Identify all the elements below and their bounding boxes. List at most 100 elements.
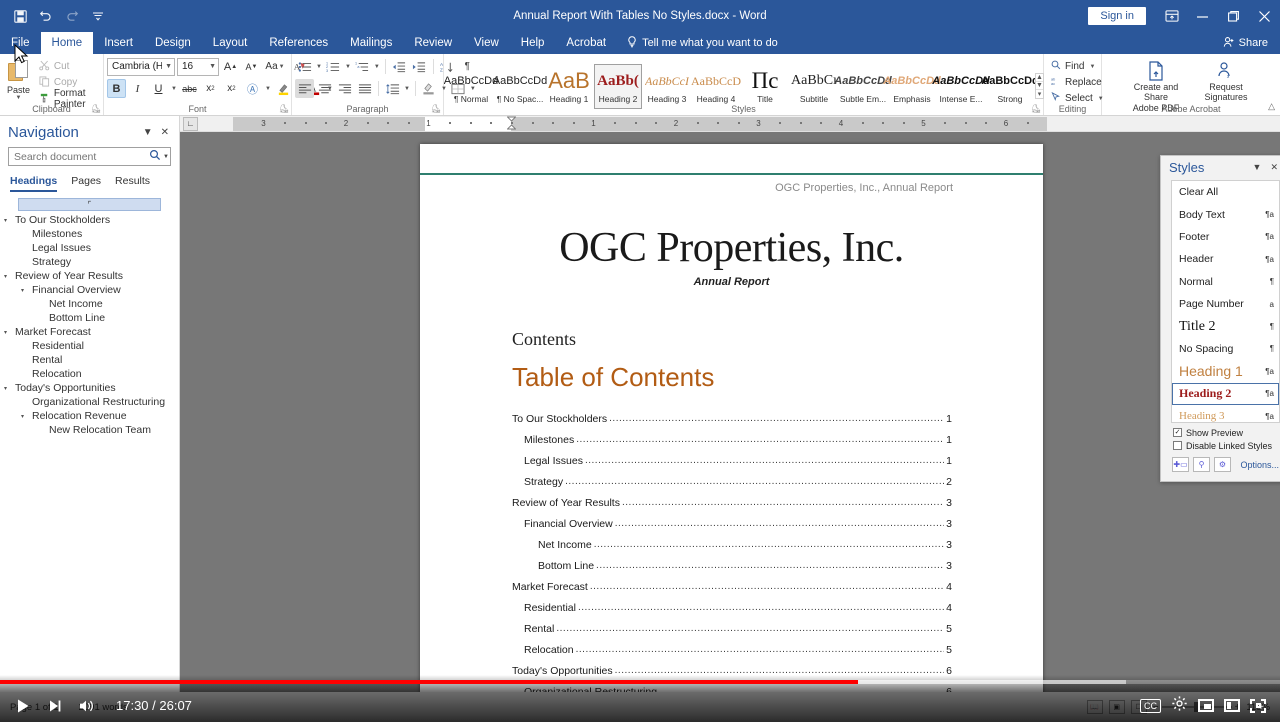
document-canvas[interactable]: OGC Properties, Inc., Annual Report OGC … (180, 132, 1280, 692)
toc-entry[interactable]: Residential.............................… (512, 593, 952, 614)
text-effects-icon[interactable]: Ⓐ (243, 79, 262, 98)
multilevel-caret-icon[interactable]: ▼ (373, 64, 381, 70)
ribbon-tab-file[interactable]: File (0, 32, 41, 54)
toc-entry[interactable]: Net Income..............................… (512, 530, 952, 551)
cut-button[interactable]: Cut (36, 59, 100, 74)
nav-heading-item[interactable]: ▾ Today's Opportunities (0, 381, 179, 395)
toc-entry[interactable]: To Our Stockholders.....................… (512, 404, 952, 425)
shrink-font-button[interactable]: A ▼ (242, 57, 261, 76)
bullets-icon[interactable] (295, 57, 314, 76)
nav-tab-pages[interactable]: Pages (71, 175, 101, 192)
nav-heading-item[interactable]: Organizational Restructuring (0, 395, 179, 409)
toc-entry[interactable]: Legal Issues............................… (512, 446, 952, 467)
sign-in-button[interactable]: Sign in (1088, 7, 1146, 25)
disable-linked-styles-checkbox[interactable]: Disable Linked Styles (1173, 439, 1280, 452)
styles-pane-item[interactable]: Heading 1 ¶a (1172, 360, 1279, 382)
expand-triangle-icon[interactable]: ▾ (4, 217, 15, 224)
chevron-down-icon[interactable]: ▼ (162, 63, 172, 70)
justify-icon[interactable] (355, 79, 374, 98)
align-left-icon[interactable] (295, 79, 314, 98)
request-signatures-button[interactable]: x Request Signatures (1195, 58, 1257, 103)
nav-heading-item[interactable]: Rental (0, 353, 179, 367)
manage-styles-icon[interactable]: ⚙ (1214, 457, 1231, 472)
style-gallery-item[interactable]: AaBbCcDd Strong (981, 64, 1038, 109)
nav-tab-results[interactable]: Results (115, 175, 150, 192)
nav-tab-headings[interactable]: Headings (10, 175, 58, 192)
ribbon-display-options-icon[interactable] (1156, 0, 1187, 32)
styles-pane-item[interactable]: Footer ¶a (1172, 226, 1279, 248)
styles-gallery-scroll[interactable]: ▲ ▼ ▾ (1035, 73, 1044, 99)
horizontal-ruler[interactable]: 3 2 1 1 2 3 4 5 6 (233, 116, 1047, 131)
toc-entry[interactable]: Milestones..............................… (512, 425, 952, 446)
styles-pane-item[interactable]: Body Text ¶a (1172, 203, 1279, 225)
numbering-caret-icon[interactable]: ▼ (344, 64, 352, 70)
undo-icon[interactable] (34, 5, 58, 27)
fullscreen-icon[interactable]: + (1250, 698, 1266, 713)
save-icon[interactable] (8, 5, 32, 27)
increase-indent-icon[interactable] (410, 57, 429, 76)
styles-pane-item[interactable]: Normal ¶ (1172, 271, 1279, 293)
share-button[interactable]: Share (1223, 32, 1280, 54)
nav-selected-heading-placeholder[interactable]: ⌜ (18, 198, 161, 211)
superscript-button[interactable]: x2 (222, 79, 241, 98)
toc-entry[interactable]: Review of Year Results..................… (512, 488, 952, 509)
customize-qat-icon[interactable] (86, 5, 110, 27)
style-gallery-item[interactable]: AaBbCcDd Subtle Em... (834, 64, 891, 109)
decrease-indent-icon[interactable] (390, 57, 409, 76)
toc-entry[interactable]: Rental..................................… (512, 614, 952, 635)
styles-list[interactable]: Clear All Body Text ¶a Footer ¶a Header ¶a Norm… (1171, 180, 1280, 423)
ribbon-tab-layout[interactable]: Layout (202, 32, 259, 54)
ribbon-tab-view[interactable]: View (463, 32, 510, 54)
style-gallery-item[interactable]: AaBbCcDd Emphasis (883, 64, 940, 109)
underline-button[interactable]: U (149, 79, 168, 98)
style-gallery-item[interactable]: AaBbCcD Heading 4 (691, 64, 741, 109)
indent-marker[interactable] (506, 116, 517, 130)
subscript-button[interactable]: x2 (201, 79, 220, 98)
navigation-pane-options-icon[interactable]: ▼ (143, 127, 153, 138)
new-style-icon[interactable]: ✚▭ (1172, 457, 1189, 472)
tab-stop-selector[interactable]: ∟ (183, 116, 198, 131)
styles-pane-item[interactable]: Header ¶a (1172, 248, 1279, 270)
nav-heading-item[interactable]: Strategy (0, 255, 179, 269)
restore-icon[interactable] (1218, 0, 1249, 32)
styles-pane-item[interactable]: Heading 3 ¶a (1172, 405, 1279, 422)
styles-pane-options-icon[interactable]: ▼ (1253, 162, 1262, 173)
ribbon-tab-help[interactable]: Help (510, 32, 556, 54)
nav-heading-item[interactable]: Legal Issues (0, 241, 179, 255)
styles-pane-item[interactable]: Heading 2 ¶a (1172, 382, 1279, 405)
ribbon-tab-review[interactable]: Review (403, 32, 463, 54)
underline-caret-icon[interactable]: ▼ (170, 86, 178, 92)
nav-heading-item[interactable]: Net Income (0, 297, 179, 311)
ribbon-tab-home[interactable]: Home (40, 32, 94, 54)
navigation-search-box[interactable]: ▼ (8, 147, 171, 166)
search-input[interactable] (14, 150, 149, 163)
show-preview-checkbox[interactable]: ✓ Show Preview (1173, 426, 1280, 439)
toc-entry[interactable]: Bottom Line.............................… (512, 551, 952, 572)
theater-mode-icon[interactable] (1224, 699, 1240, 712)
nav-heading-item[interactable]: ▾ Market Forecast (0, 325, 179, 339)
nav-heading-item[interactable]: ▾ To Our Stockholders (0, 213, 179, 227)
chevron-down-icon[interactable]: ▼ (206, 63, 216, 70)
nav-heading-item[interactable]: Milestones (0, 227, 179, 241)
highlight-icon[interactable] (274, 79, 293, 98)
bold-button[interactable]: B (107, 79, 126, 98)
numbering-icon[interactable]: 123 (324, 57, 343, 76)
styles-pane-item[interactable]: Clear All (1172, 181, 1279, 203)
ribbon-tab-mailings[interactable]: Mailings (339, 32, 403, 54)
style-gallery-item[interactable]: AaB Heading 1 (545, 64, 593, 109)
collapse-ribbon-icon[interactable]: △ (1268, 101, 1275, 112)
search-options-caret-icon[interactable]: ▼ (161, 154, 171, 160)
nav-heading-item[interactable]: ▾ Review of Year Results (0, 269, 179, 283)
style-gallery-item[interactable]: AaBbCcDd ¶ No Spac... (493, 64, 547, 109)
style-gallery-item[interactable]: AaBbCı Subtitle (790, 64, 838, 109)
nav-heading-item[interactable]: Bottom Line (0, 311, 179, 325)
ribbon-tab-insert[interactable]: Insert (93, 32, 144, 54)
clipboard-dialog-launcher[interactable]: ⛸ (91, 104, 101, 113)
font-size-input[interactable]: 16 ▼ (177, 57, 219, 76)
paste-caret-icon[interactable]: ▼ (15, 95, 21, 101)
multilevel-list-icon[interactable]: 1a (353, 57, 372, 76)
search-icon[interactable] (149, 148, 161, 166)
style-gallery-item[interactable]: Пc Title (741, 64, 789, 109)
minimize-icon[interactable] (1187, 0, 1218, 32)
style-gallery-item[interactable]: AaBbCcI Heading 3 (643, 64, 691, 109)
